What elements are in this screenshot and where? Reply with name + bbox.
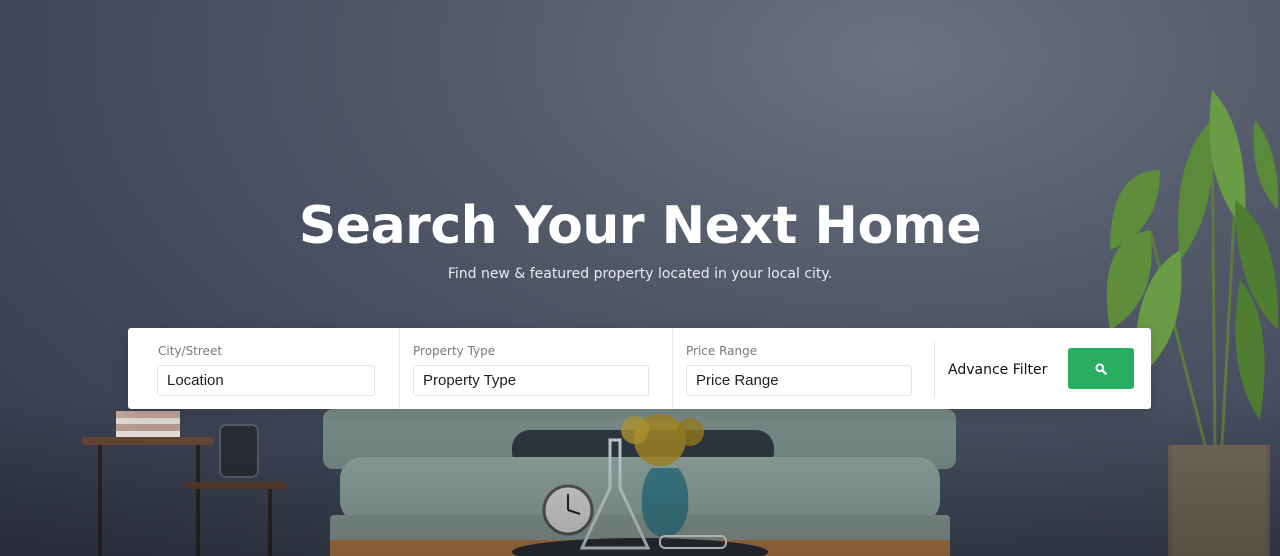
search-icon [1095, 362, 1107, 375]
floor-shadow [0, 396, 1280, 556]
city-input[interactable] [157, 365, 375, 396]
search-button[interactable] [1068, 348, 1134, 389]
hero-title: Search Your Next Home [298, 196, 982, 256]
hero-section: Search Your Next Home Find new & feature… [0, 0, 1280, 556]
city-field-label: City/Street [158, 344, 223, 358]
property-type-label: Property Type [413, 344, 496, 358]
price-range-label: Price Range [686, 344, 758, 358]
property-type-input[interactable] [413, 365, 649, 396]
hero-subtitle: Find new & featured property located in … [447, 266, 833, 282]
price-range-field-group: Price Range [673, 328, 935, 409]
city-field-group: City/Street [128, 328, 400, 409]
property-type-field-group: Property Type [400, 328, 673, 409]
price-range-input[interactable] [686, 365, 912, 396]
search-divider [934, 342, 935, 397]
advance-filter-button[interactable]: Advance Filter [948, 362, 1047, 378]
property-search-form: City/Street Property Type Price Range Ad… [128, 328, 1151, 409]
